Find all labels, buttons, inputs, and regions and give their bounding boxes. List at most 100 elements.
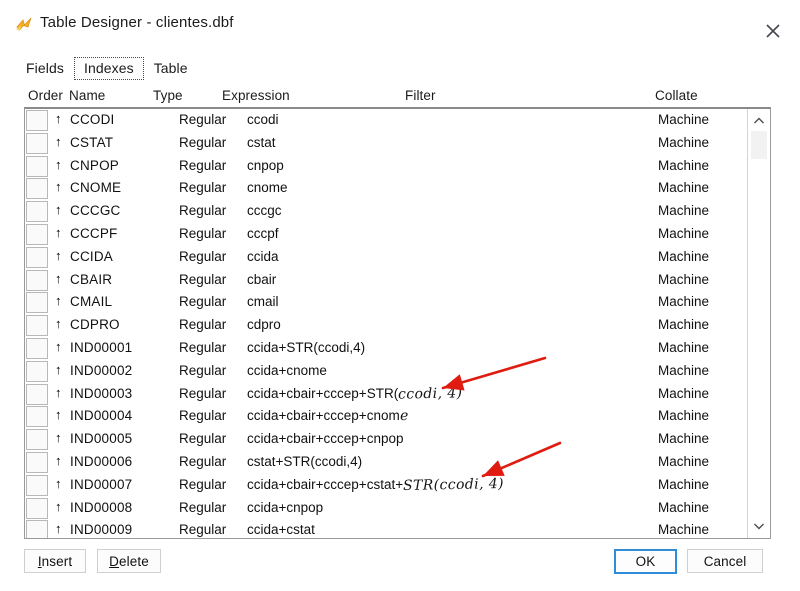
row-index-name[interactable]: CCCGC (70, 203, 121, 218)
row-index-collate[interactable]: Machine (658, 431, 709, 446)
row-index-name[interactable]: IND00006 (70, 454, 132, 469)
row-index-type[interactable]: Regular (179, 454, 227, 469)
row-selector-cell[interactable] (26, 497, 48, 519)
row-selector-cell[interactable] (26, 110, 48, 131)
scrollbar-thumb[interactable] (751, 131, 767, 159)
row-index-name[interactable]: IND00008 (70, 500, 132, 515)
sort-ascending-icon[interactable]: ↑ (55, 430, 62, 445)
table-row[interactable]: ↑ CBAIR Regular cbair Machine (25, 269, 748, 292)
row-selector-cell[interactable] (26, 429, 48, 451)
row-index-collate[interactable]: Machine (658, 477, 709, 492)
sort-ascending-icon[interactable]: ↑ (55, 134, 62, 149)
row-index-type[interactable]: Regular (179, 158, 227, 173)
table-row[interactable]: ↑ CNOME Regular cnome Machine (25, 177, 748, 200)
indexes-list[interactable]: ↑ CCODI Regular ccodi Machine ↑ CSTAT Regular cs… (24, 107, 771, 539)
row-index-expression[interactable]: ccida+cbair+cccep+cstat+STR(ccodi, 4) (247, 476, 504, 494)
row-index-type[interactable]: Regular (179, 226, 227, 241)
sort-ascending-icon[interactable]: ↑ (55, 407, 62, 422)
row-index-expression[interactable]: cdpro (247, 317, 281, 332)
row-index-collate[interactable]: Machine (658, 454, 709, 469)
table-row[interactable]: ↑ IND00001 Regular ccida+STR(ccodi,4) Machin… (25, 337, 748, 360)
row-selector-cell[interactable] (26, 178, 48, 200)
table-row[interactable]: ↑ IND00004 Regular ccida+cbair+cccep+cnome M… (25, 405, 748, 428)
row-selector-cell[interactable] (26, 383, 48, 405)
row-index-name[interactable]: IND00004 (70, 408, 132, 423)
row-index-expression[interactable]: cccgc (247, 203, 282, 218)
row-index-collate[interactable]: Machine (658, 203, 709, 218)
row-index-collate[interactable]: Machine (658, 317, 709, 332)
table-row[interactable]: ↑ CCCPF Regular cccpf Machine (25, 223, 748, 246)
row-index-name[interactable]: CDPRO (70, 317, 120, 332)
row-index-name[interactable]: CNOME (70, 180, 121, 195)
row-index-name[interactable]: IND00001 (70, 340, 132, 355)
row-index-collate[interactable]: Machine (658, 386, 709, 401)
row-index-collate[interactable]: Machine (658, 500, 709, 515)
tab-table[interactable]: Table (144, 57, 198, 80)
table-row[interactable]: ↑ CDPRO Regular cdpro Machine (25, 314, 748, 337)
row-index-expression[interactable]: ccida+cstat (247, 522, 315, 537)
row-index-expression[interactable]: cnpop (247, 158, 284, 173)
sort-ascending-icon[interactable]: ↑ (55, 271, 62, 286)
row-index-name[interactable]: CSTAT (70, 135, 113, 150)
row-index-expression[interactable]: ccida+cbair+cccep+cnome (247, 408, 409, 424)
row-selector-cell[interactable] (26, 292, 48, 314)
ok-button[interactable]: OK (614, 549, 677, 574)
sort-ascending-icon[interactable]: ↑ (55, 362, 62, 377)
sort-ascending-icon[interactable]: ↑ (55, 385, 62, 400)
row-index-collate[interactable]: Machine (658, 340, 709, 355)
row-index-name[interactable]: CCCPF (70, 226, 118, 241)
row-index-collate[interactable]: Machine (658, 135, 709, 150)
row-selector-cell[interactable] (26, 520, 48, 538)
row-index-type[interactable]: Regular (179, 249, 227, 264)
row-index-type[interactable]: Regular (179, 386, 227, 401)
row-index-type[interactable]: Regular (179, 408, 227, 423)
row-selector-cell[interactable] (26, 223, 48, 245)
row-index-type[interactable]: Regular (179, 363, 227, 378)
row-index-type[interactable]: Regular (179, 294, 227, 309)
row-index-name[interactable]: IND00002 (70, 363, 132, 378)
delete-button[interactable]: Delete (97, 549, 161, 573)
sort-ascending-icon[interactable]: ↑ (55, 202, 62, 217)
row-index-type[interactable]: Regular (179, 272, 227, 287)
table-row[interactable]: ↑ CCODI Regular ccodi Machine (25, 109, 748, 132)
row-index-expression[interactable]: cbair (247, 272, 276, 287)
row-index-name[interactable]: CCIDA (70, 249, 113, 264)
row-index-collate[interactable]: Machine (658, 158, 709, 173)
sort-ascending-icon[interactable]: ↑ (55, 476, 62, 491)
row-index-expression[interactable]: ccida+cnpop (247, 500, 323, 515)
row-index-type[interactable]: Regular (179, 340, 227, 355)
row-index-type[interactable]: Regular (179, 135, 227, 150)
row-index-type[interactable]: Regular (179, 317, 227, 332)
row-index-expression[interactable]: ccida+cnome (247, 363, 327, 378)
row-index-type[interactable]: Regular (179, 112, 227, 127)
row-index-collate[interactable]: Machine (658, 249, 709, 264)
row-index-name[interactable]: IND00007 (70, 477, 132, 492)
row-index-expression[interactable]: cccpf (247, 226, 279, 241)
row-selector-cell[interactable] (26, 360, 48, 382)
row-selector-cell[interactable] (26, 132, 48, 154)
table-row[interactable]: ↑ CNPOP Regular cnpop Machine (25, 155, 748, 178)
table-row[interactable]: ↑ IND00009 Regular ccida+cstat Machine (25, 519, 748, 538)
row-selector-cell[interactable] (26, 451, 48, 473)
row-index-expression[interactable]: cstat (247, 135, 276, 150)
sort-ascending-icon[interactable]: ↑ (55, 521, 62, 536)
row-index-collate[interactable]: Machine (658, 522, 709, 537)
row-selector-cell[interactable] (26, 246, 48, 268)
row-index-expression[interactable]: ccida+STR(ccodi,4) (247, 340, 365, 355)
scroll-down-icon[interactable] (748, 516, 770, 536)
row-index-name[interactable]: IND00009 (70, 522, 132, 537)
sort-ascending-icon[interactable]: ↑ (55, 157, 62, 172)
vertical-scrollbar[interactable] (747, 109, 770, 538)
row-index-name[interactable]: CNPOP (70, 158, 119, 173)
tab-fields[interactable]: Fields (16, 57, 74, 80)
row-index-name[interactable]: CMAIL (70, 294, 112, 309)
table-row[interactable]: ↑ IND00008 Regular ccida+cnpop Machine (25, 497, 748, 520)
sort-ascending-icon[interactable]: ↑ (55, 293, 62, 308)
row-index-type[interactable]: Regular (179, 522, 227, 537)
row-index-name[interactable]: IND00003 (70, 386, 132, 401)
row-selector-cell[interactable] (26, 474, 48, 496)
row-index-expression[interactable]: ccodi (247, 112, 279, 127)
row-index-collate[interactable]: Machine (658, 226, 709, 241)
row-index-name[interactable]: CCODI (70, 112, 115, 127)
row-index-collate[interactable]: Machine (658, 272, 709, 287)
